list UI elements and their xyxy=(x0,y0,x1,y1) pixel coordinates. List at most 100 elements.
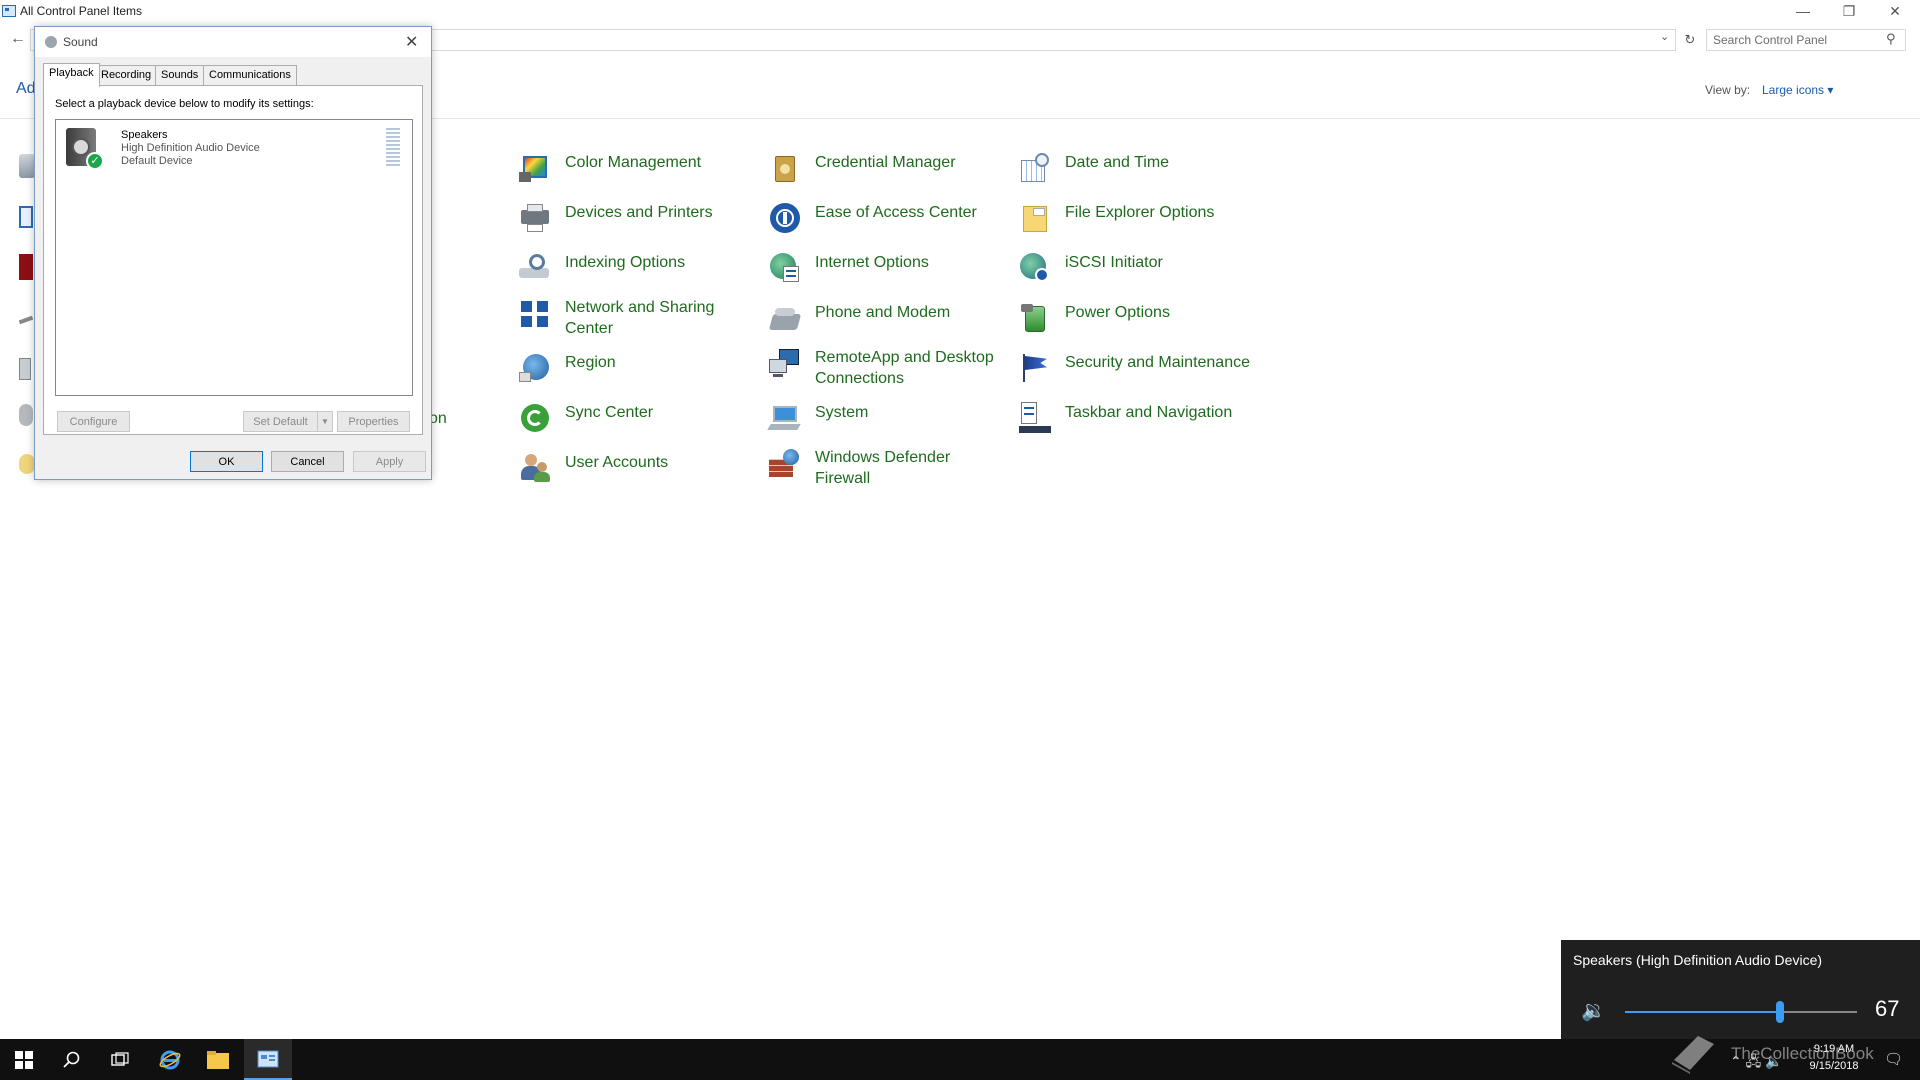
cp-item-user-accounts[interactable]: User Accounts xyxy=(519,452,755,484)
cp-item-region[interactable]: Region xyxy=(519,352,755,384)
speaker-icon[interactable]: 🔉 xyxy=(1581,998,1606,1023)
partial-item-icon[interactable] xyxy=(18,315,34,325)
back-button[interactable]: ← xyxy=(10,30,26,48)
indexing-options-icon xyxy=(519,252,551,284)
search-icon[interactable]: ⚲ xyxy=(1886,31,1896,47)
cp-item-label: Windows Defender Firewall xyxy=(815,449,951,487)
cp-item-ease-of-access[interactable]: Ease of Access Center xyxy=(769,202,1005,234)
watermark-text: TheCollectionBook xyxy=(1731,1044,1874,1063)
level-meter xyxy=(386,128,400,168)
cp-item-label: Ease of Access Center xyxy=(815,204,977,221)
cp-item-label: Power Options xyxy=(1065,304,1170,321)
partial-item-icon[interactable] xyxy=(19,154,35,178)
cp-item-phone-modem[interactable]: Phone and Modem xyxy=(768,302,1005,334)
list-item[interactable]: ✓ Speakers High Definition Audio Device … xyxy=(56,120,412,176)
cp-item-label: Security and Maintenance xyxy=(1065,354,1250,371)
tab-recording[interactable]: Recording xyxy=(95,65,158,86)
volume-slider-thumb[interactable] xyxy=(1776,1001,1785,1023)
minimize-button[interactable]: — xyxy=(1780,0,1826,22)
cp-item-network-sharing[interactable]: Network and Sharing Center xyxy=(519,297,755,339)
taskbar-navigation-icon xyxy=(1019,402,1051,434)
control-panel-taskbar-button[interactable] xyxy=(244,1039,292,1080)
cp-item-system[interactable]: System xyxy=(767,402,1005,434)
cp-item-remoteapp[interactable]: RemoteApp and Desktop Connections xyxy=(769,347,1005,389)
partial-item-icon[interactable] xyxy=(19,454,35,474)
cp-item-label: Credential Manager xyxy=(815,154,956,171)
windows-logo-icon xyxy=(15,1050,33,1069)
phone-modem-icon xyxy=(768,302,802,334)
system-icon xyxy=(767,402,801,434)
chevron-down-icon[interactable]: ▼ xyxy=(317,411,333,432)
tab-sounds[interactable]: Sounds xyxy=(155,65,205,86)
volume-device-name: Speakers (High Definition Audio Device) xyxy=(1573,952,1823,968)
start-button[interactable] xyxy=(0,1039,48,1080)
firewall-icon xyxy=(769,447,801,479)
close-button[interactable]: ✕ xyxy=(1872,0,1918,22)
internet-explorer-icon xyxy=(159,1050,181,1069)
sync-center-icon xyxy=(519,402,551,434)
cp-item-label: Date and Time xyxy=(1065,154,1170,171)
task-view-button[interactable] xyxy=(96,1039,144,1080)
cp-item-color-management[interactable]: Color Management xyxy=(519,152,755,184)
folder-icon xyxy=(207,1050,229,1069)
properties-button[interactable]: Properties xyxy=(337,411,410,432)
cp-item-credential-manager[interactable]: Credential Manager xyxy=(769,152,1005,184)
cp-item-label: User Accounts xyxy=(565,454,669,471)
partial-item-icon[interactable] xyxy=(19,404,33,426)
file-explorer-button[interactable] xyxy=(194,1039,242,1080)
cp-item-file-explorer-options[interactable]: File Explorer Options xyxy=(1019,202,1255,234)
internet-options-icon xyxy=(769,252,801,284)
cp-item-sync-center[interactable]: Sync Center xyxy=(519,402,755,434)
close-icon[interactable]: ✕ xyxy=(405,32,418,52)
search-input[interactable]: Search Control Panel xyxy=(1706,29,1906,51)
cp-item-label: Taskbar and Navigation xyxy=(1065,404,1233,421)
cp-item-label: File Explorer Options xyxy=(1065,204,1215,221)
ok-button[interactable]: OK xyxy=(190,451,263,472)
set-default-button[interactable]: Set Default xyxy=(243,411,318,432)
cancel-button[interactable]: Cancel xyxy=(271,451,344,472)
check-icon: ✓ xyxy=(86,152,104,170)
cp-item-taskbar-navigation[interactable]: Taskbar and Navigation xyxy=(1019,402,1255,434)
refresh-icon[interactable]: ↻ xyxy=(1680,29,1700,51)
partial-item-icon[interactable] xyxy=(19,358,31,380)
instructions-text: Select a playback device below to modify… xyxy=(55,98,314,110)
configure-button[interactable]: Configure xyxy=(57,411,130,432)
tab-playback[interactable]: Playback xyxy=(43,63,100,87)
cp-item-date-time[interactable]: Date and Time xyxy=(1019,152,1255,184)
cp-item-label: Devices and Printers xyxy=(565,204,713,221)
cp-item-indexing-options[interactable]: Indexing Options xyxy=(519,252,755,284)
search-button[interactable] xyxy=(48,1039,96,1080)
apply-button[interactable]: Apply xyxy=(353,451,426,472)
view-by-dropdown[interactable]: Large icons ▾ xyxy=(1762,83,1833,97)
tab-communications[interactable]: Communications xyxy=(203,65,297,86)
cp-item-label: Color Management xyxy=(565,154,702,171)
cp-item-power-options[interactable]: Power Options xyxy=(1019,302,1255,334)
cp-item-devices-printers[interactable]: Devices and Printers xyxy=(519,202,755,234)
sound-dialog: Sound ✕ Playback Recording Sounds Commun… xyxy=(34,26,432,480)
cp-item-internet-options[interactable]: Internet Options xyxy=(769,252,1005,284)
restore-button[interactable]: ❐ xyxy=(1826,0,1872,22)
cp-item-label: Phone and Modem xyxy=(815,304,951,321)
control-panel-icon xyxy=(257,1050,279,1067)
device-list[interactable]: ✓ Speakers High Definition Audio Device … xyxy=(55,119,413,396)
security-maintenance-icon xyxy=(1019,352,1051,384)
dialog-title-bar: Sound ✕ xyxy=(35,27,431,57)
cp-item-firewall[interactable]: Windows Defender Firewall xyxy=(769,447,1005,489)
control-panel-icon xyxy=(2,5,16,17)
power-options-icon xyxy=(1019,302,1051,334)
internet-explorer-button[interactable] xyxy=(146,1039,194,1080)
cp-item-label: System xyxy=(815,404,869,421)
cp-item-label: RemoteApp and Desktop Connections xyxy=(815,349,994,387)
cp-item-label: Network and Sharing Center xyxy=(565,299,715,337)
network-sharing-icon xyxy=(519,297,551,329)
notification-icon[interactable]: 🗨 xyxy=(1884,1050,1903,1068)
volume-flyout: Speakers (High Definition Audio Device) … xyxy=(1561,940,1920,1039)
user-accounts-icon xyxy=(519,452,551,484)
date-time-icon xyxy=(1019,152,1051,184)
cp-item-iscsi-initiator[interactable]: iSCSI Initiator xyxy=(1019,252,1255,284)
view-by-label: View by: xyxy=(1705,83,1751,97)
partial-item-icon[interactable] xyxy=(19,254,33,280)
partial-item-icon[interactable] xyxy=(19,206,33,228)
cp-item-security-maintenance[interactable]: Security and Maintenance xyxy=(1019,352,1255,384)
chevron-down-icon[interactable]: ⌄ xyxy=(1660,30,1669,43)
